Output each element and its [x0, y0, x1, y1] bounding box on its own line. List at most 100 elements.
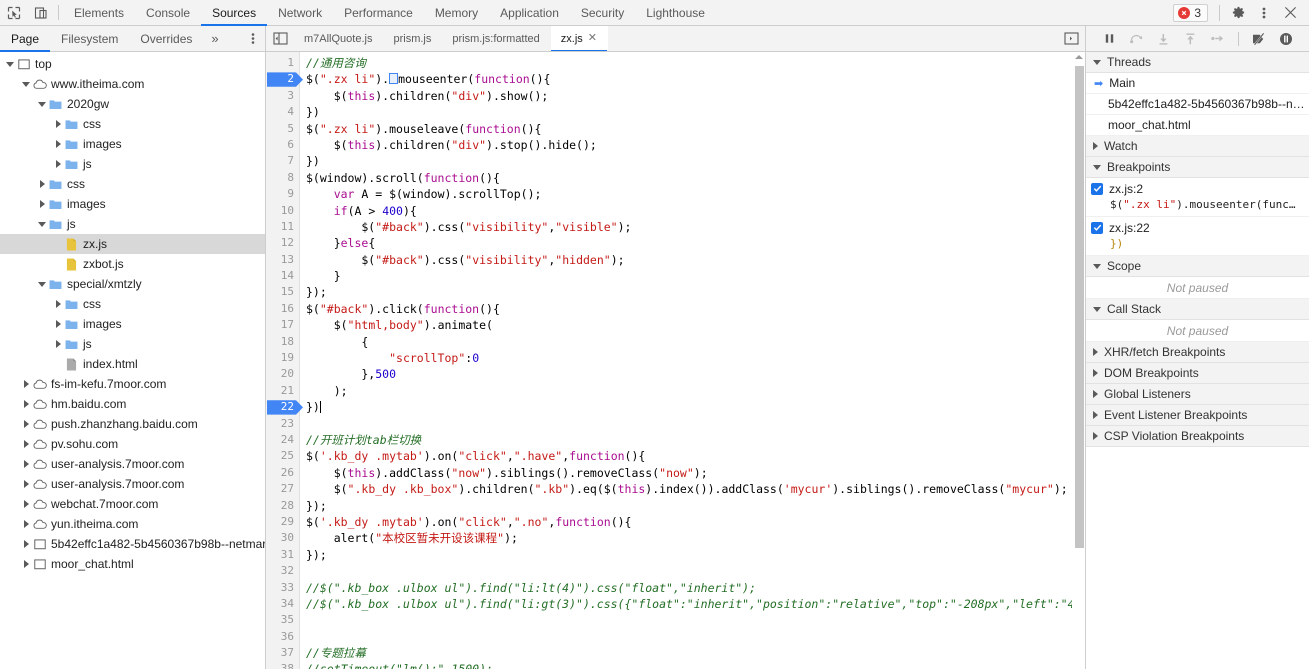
tree-item-fs-im-kefu-7moor-com[interactable]: fs-im-kefu.7moor.com [0, 374, 265, 394]
code-scroll-area[interactable]: 1 2 3 4 5 6 7 8 9 10 11 12 13 14 15 16 17 18 19 20 21 22 23 24 2… [266, 52, 1072, 669]
gutter-line-breakpoint[interactable]: 22 [266, 399, 299, 415]
code-line[interactable]: if(A > 400){ [306, 203, 1072, 219]
tree-item-css[interactable]: css [0, 114, 265, 134]
code-editor[interactable]: 1 2 3 4 5 6 7 8 9 10 11 12 13 14 15 16 17 18 19 20 21 22 23 24 2… [266, 52, 1085, 669]
chevron-right-icon[interactable] [20, 460, 32, 468]
tree-item-special-xmtzly[interactable]: special/xmtzly [0, 274, 265, 294]
tab-console[interactable]: Console [135, 0, 201, 25]
tree-item-images[interactable]: images [0, 134, 265, 154]
tree-item-images[interactable]: images [0, 194, 265, 214]
tree-item-push-zhanzhang-baidu-com[interactable]: push.zhanzhang.baidu.com [0, 414, 265, 434]
gutter-line-number[interactable]: 10 [266, 203, 299, 219]
step-icon[interactable] [1209, 30, 1227, 48]
code-line[interactable]: }); [306, 547, 1072, 563]
tab-sources[interactable]: Sources [201, 0, 268, 26]
tree-item-moor-chat-html[interactable]: moor_chat.html [0, 554, 265, 574]
source-code-text[interactable]: //通用咨询 $(".zx li"). mouseenter(function(){… [300, 52, 1072, 669]
step-into-icon[interactable] [1155, 30, 1173, 48]
code-line[interactable]: $(this).children("div").stop().hide(); [306, 137, 1072, 153]
gutter-line-number[interactable]: 37 [266, 645, 299, 661]
gutter-line-number[interactable]: 11 [266, 219, 299, 235]
editor-tab-prism-js[interactable]: prism.js [383, 26, 442, 51]
gutter-line-number[interactable]: 26 [266, 465, 299, 481]
gutter-line-number[interactable]: 24 [266, 432, 299, 448]
editor-tab-close-icon[interactable]: ✕ [588, 33, 597, 44]
gutter-line-number[interactable]: 18 [266, 334, 299, 350]
close-icon[interactable] [1277, 0, 1303, 26]
gutter-line-number[interactable]: 25 [266, 448, 299, 464]
code-line[interactable]: var A = $(window).scrollTop(); [306, 186, 1072, 202]
chevron-right-icon[interactable] [20, 480, 32, 488]
tab-memory[interactable]: Memory [424, 0, 489, 25]
gutter-line-number[interactable]: 9 [266, 186, 299, 202]
thread-item-worker-1[interactable]: 5b42effc1a482-5b4560367b98b--n… [1086, 94, 1309, 115]
gutter-line-number[interactable]: 14 [266, 268, 299, 284]
gutter-line-number[interactable]: 29 [266, 514, 299, 530]
tree-item-css[interactable]: css [0, 294, 265, 314]
tab-application[interactable]: Application [489, 0, 570, 25]
code-line[interactable]: //专题拉幕 [306, 645, 1072, 661]
code-line[interactable]: { [306, 334, 1072, 350]
chevron-right-icon[interactable] [52, 340, 64, 348]
chevron-right-icon[interactable] [20, 540, 32, 548]
gutter-line-number[interactable]: 13 [266, 252, 299, 268]
event-listener-breakpoints-section-header[interactable]: Event Listener Breakpoints [1086, 405, 1309, 426]
gutter-line-number[interactable]: 7 [266, 153, 299, 169]
gutter-line-number[interactable]: 12 [266, 235, 299, 251]
breakpoint-item[interactable]: zx.js:2 $(".zx li").mouseenter(func… [1086, 178, 1309, 217]
tab-lighthouse[interactable]: Lighthouse [635, 0, 716, 25]
tree-item-5b42effc1a482-5b4560367b98b-netmark[interactable]: 5b42effc1a482-5b4560367b98b--netmark [0, 534, 265, 554]
gutter-line-number[interactable]: 19 [266, 350, 299, 366]
code-line[interactable]: }); [306, 284, 1072, 300]
chevron-right-icon[interactable] [36, 200, 48, 208]
gutter-line-number[interactable]: 17 [266, 317, 299, 333]
code-line[interactable] [306, 563, 1072, 579]
inspect-element-icon[interactable] [0, 0, 27, 25]
gutter-line-number[interactable]: 3 [266, 88, 299, 104]
code-line[interactable] [306, 612, 1072, 628]
nav-tab-page[interactable]: Page [0, 26, 51, 52]
breakpoint-item[interactable]: zx.js:22 }) [1086, 217, 1309, 256]
kebab-menu-icon[interactable] [1251, 0, 1277, 26]
chevron-right-icon[interactable] [52, 300, 64, 308]
dom-breakpoints-section-header[interactable]: DOM Breakpoints [1086, 363, 1309, 384]
code-line[interactable]: }) [306, 153, 1072, 169]
code-line[interactable]: $("#back").css("visibility","hidden"); [306, 252, 1072, 268]
chevron-down-icon[interactable] [20, 81, 32, 87]
code-line[interactable]: $(this).addClass("now").siblings().remov… [306, 465, 1072, 481]
global-listeners-section-header[interactable]: Global Listeners [1086, 384, 1309, 405]
chevron-right-icon[interactable] [20, 380, 32, 388]
chevron-right-icon[interactable] [20, 500, 32, 508]
more-tabs-icon[interactable] [1057, 26, 1085, 51]
tab-performance[interactable]: Performance [333, 0, 424, 25]
csp-violation-breakpoints-section-header[interactable]: CSP Violation Breakpoints [1086, 426, 1309, 447]
scrollbar-up-arrow[interactable] [1075, 55, 1083, 59]
tree-item-webchat-7moor-com[interactable]: webchat.7moor.com [0, 494, 265, 514]
code-line[interactable]: $("html,body").animate( [306, 317, 1072, 333]
nav-more-tabs-button[interactable]: » [203, 26, 226, 51]
gutter-line-number[interactable]: 32 [266, 563, 299, 579]
gutter-line-number[interactable]: 38 [266, 661, 299, 669]
editor-tab-m7allquote-js[interactable]: m7AllQuote.js [294, 26, 383, 51]
chevron-right-icon[interactable] [20, 420, 32, 428]
editor-tab-prism-js-formatted[interactable]: prism.js:formatted [442, 26, 550, 51]
tree-item-js[interactable]: js [0, 154, 265, 174]
device-toolbar-icon[interactable] [27, 0, 54, 25]
gutter-line-number[interactable]: 4 [266, 104, 299, 120]
line-number-gutter[interactable]: 1 2 3 4 5 6 7 8 9 10 11 12 13 14 15 16 17 18 19 20 21 22 23 24 2… [266, 52, 300, 669]
gutter-line-number[interactable]: 33 [266, 580, 299, 596]
chevron-right-icon[interactable] [36, 180, 48, 188]
chevron-down-icon[interactable] [36, 221, 48, 227]
deactivate-breakpoints-icon[interactable] [1250, 30, 1268, 48]
show-navigator-icon[interactable] [266, 26, 294, 51]
code-line[interactable]: }) [306, 399, 1072, 415]
chevron-right-icon[interactable] [52, 140, 64, 148]
code-line[interactable]: $(this).children("div").show(); [306, 88, 1072, 104]
tree-item-hm-baidu-com[interactable]: hm.baidu.com [0, 394, 265, 414]
breakpoint-checkbox[interactable] [1091, 221, 1103, 234]
tree-item-user-analysis-7moor-com[interactable]: user-analysis.7moor.com [0, 454, 265, 474]
code-line[interactable]: $('.kb_dy .mytab').on("click",".no",func… [306, 514, 1072, 530]
navigator-kebab-icon[interactable] [241, 26, 265, 51]
code-line[interactable]: $(".zx li"). mouseenter(function(){ [306, 71, 1072, 87]
thread-item-worker-2[interactable]: moor_chat.html [1086, 115, 1309, 136]
